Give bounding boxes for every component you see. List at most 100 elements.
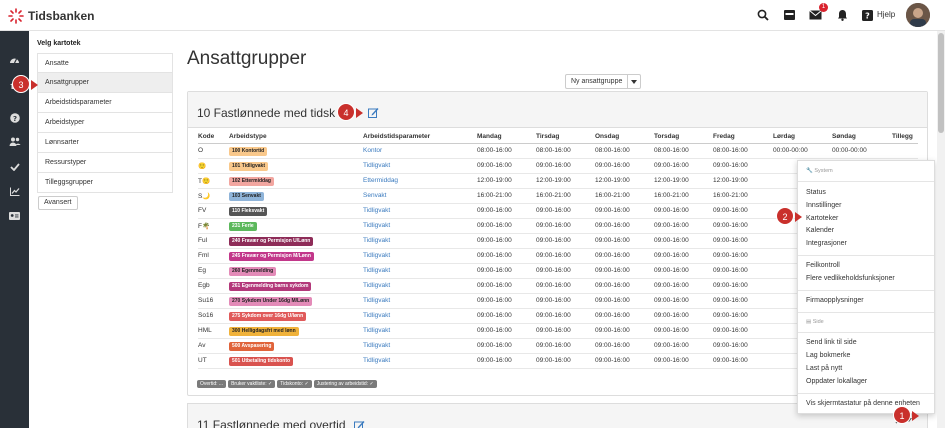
chart-icon[interactable] bbox=[8, 185, 21, 198]
time-cell: 08:00-16:00 bbox=[654, 147, 689, 154]
time-cell: 09:00-16:00 bbox=[713, 327, 748, 334]
menu-item-send-link[interactable]: Send link til side bbox=[806, 339, 857, 346]
new-group-button[interactable]: Ny ansattgruppe bbox=[565, 74, 642, 89]
worktype-tag: 500 Avspasering bbox=[229, 342, 275, 351]
table-header-row: Kode Arbeidstype Arbeidstidsparameter Ma… bbox=[198, 130, 918, 144]
time-cell: 08:00-16:00 bbox=[536, 147, 571, 154]
time-cell: 09:00-16:00 bbox=[477, 297, 512, 304]
scrollbar[interactable] bbox=[937, 31, 945, 428]
worktype-tag: 245 Fravær og Permisjon M/Lønn bbox=[229, 252, 314, 261]
param-link[interactable]: Tidligvakt bbox=[363, 282, 390, 289]
time-cell: 09:00-16:00 bbox=[654, 207, 689, 214]
menu-item-error-control[interactable]: Feilkontroll bbox=[806, 262, 840, 269]
edit-icon[interactable] bbox=[368, 107, 379, 120]
menu-item-company-info[interactable]: Firmaopplysninger bbox=[806, 297, 864, 304]
param-link[interactable]: Tidligvakt bbox=[363, 267, 390, 274]
avatar[interactable] bbox=[906, 3, 930, 27]
sidebar-item-ressurstyper[interactable]: Ressurstyper bbox=[37, 153, 173, 173]
param-link[interactable]: Tidligvakt bbox=[363, 207, 390, 214]
param-link[interactable]: Tidligvakt bbox=[363, 312, 390, 319]
worktype-cell: 100 Kontortid bbox=[229, 147, 268, 156]
step-arrow bbox=[31, 80, 38, 90]
inbox-icon[interactable] bbox=[782, 8, 796, 22]
scrollbar-thumb[interactable] bbox=[938, 33, 944, 133]
new-group-label[interactable]: Ny ansattgruppe bbox=[566, 75, 629, 88]
time-cell: 12:00-19:00 bbox=[477, 177, 512, 184]
param-link[interactable]: Tidligvakt bbox=[363, 357, 390, 364]
menu-item-settings[interactable]: Innstillinger bbox=[806, 202, 841, 209]
param-link[interactable]: Tidligvakt bbox=[363, 222, 390, 229]
help-icon[interactable]: ? bbox=[860, 8, 874, 22]
time-cell: 09:00-16:00 bbox=[536, 312, 571, 319]
time-cell: 09:00-16:00 bbox=[477, 207, 512, 214]
menu-item-update-local[interactable]: Oppdater lokallager bbox=[806, 378, 867, 385]
time-cell: 09:00-16:00 bbox=[654, 237, 689, 244]
param-link[interactable]: Tidligvakt bbox=[363, 237, 390, 244]
sidebar-item-tilleggsgrupper[interactable]: Tilleggsgrupper bbox=[37, 173, 173, 193]
menu-item-calendar[interactable]: Kalender bbox=[806, 227, 834, 234]
sidebar-item-ansatte[interactable]: Ansatte bbox=[37, 53, 173, 73]
time-cell: 12:00-19:00 bbox=[713, 177, 748, 184]
code-cell: UT bbox=[198, 357, 207, 364]
time-cell: 09:00-16:00 bbox=[654, 312, 689, 319]
param-link[interactable]: Tidligvakt bbox=[363, 252, 390, 259]
bell-icon[interactable] bbox=[835, 8, 849, 22]
help-circle-icon[interactable]: ? bbox=[8, 111, 21, 124]
menu-item-status[interactable]: Status bbox=[806, 189, 826, 196]
step-marker-3: 3 bbox=[12, 75, 30, 93]
time-cell: 12:00-19:00 bbox=[536, 177, 571, 184]
table-row[interactable]: O 100 Kontortid Kontor 08:00-16:00 08:00-16:… bbox=[198, 144, 918, 159]
menu-item-reload[interactable]: Last på nytt bbox=[806, 365, 842, 372]
param-link[interactable]: Tidligvakt bbox=[363, 297, 390, 304]
worktype-cell: 240 Fravær og Permisjon U/Lønn bbox=[229, 237, 314, 246]
param-link[interactable]: Senvakt bbox=[363, 192, 387, 199]
menu-item-registers[interactable]: Kartoteker bbox=[806, 215, 838, 222]
worktype-cell: 103 Senvakt bbox=[229, 192, 264, 201]
worktype-tag: 275 Sykdom over 16dg U/lønn bbox=[229, 312, 307, 321]
code-cell: Su16 bbox=[198, 297, 214, 304]
tools-menu: 🔧 System Status Innstillinger Kartoteker… bbox=[797, 160, 935, 414]
property-tag: Justering av arbeidstid: ✓ bbox=[313, 380, 377, 388]
column-header: Søndag bbox=[832, 133, 856, 140]
param-link[interactable]: Ettermiddag bbox=[363, 177, 398, 184]
time-cell: 09:00-16:00 bbox=[595, 267, 630, 274]
time-cell: 16:00-21:00 bbox=[477, 192, 512, 199]
search-icon[interactable] bbox=[756, 8, 770, 22]
param-link[interactable]: Kontor bbox=[363, 147, 382, 154]
logo[interactable]: Tidsbanken bbox=[8, 8, 94, 24]
menu-item-maintenance[interactable]: Flere vedlikeholdsfunksjoner bbox=[806, 275, 895, 282]
param-link[interactable]: Tidligvakt bbox=[363, 327, 390, 334]
menu-item-integrations[interactable]: Integrasjoner bbox=[806, 240, 847, 247]
step-arrow bbox=[795, 212, 802, 222]
param-link[interactable]: Tidligvakt bbox=[363, 162, 390, 169]
dashboard-icon[interactable] bbox=[8, 53, 21, 66]
column-header: Tillegg bbox=[892, 133, 913, 140]
time-cell: 09:00-16:00 bbox=[536, 162, 571, 169]
users-icon[interactable] bbox=[8, 135, 21, 148]
sidebar-item-label: Ansatte bbox=[45, 60, 69, 67]
sidebar-item-ansattgrupper[interactable]: Ansattgrupper bbox=[37, 73, 173, 93]
menu-item-bookmark[interactable]: Lag bokmerke bbox=[806, 352, 850, 359]
id-card-icon[interactable] bbox=[8, 209, 21, 222]
sidebar-item-label: Arbeidstyper bbox=[45, 119, 85, 126]
param-link[interactable]: Tidligvakt bbox=[363, 342, 390, 349]
column-header: Fredag bbox=[713, 133, 735, 140]
caret-down-icon[interactable] bbox=[628, 75, 640, 88]
time-cell: 09:00-16:00 bbox=[595, 162, 630, 169]
time-cell: 09:00-16:00 bbox=[477, 222, 512, 229]
code-cell: Av bbox=[198, 342, 206, 349]
top-bar: Tidsbanken 1 ? Hjelp bbox=[0, 0, 945, 31]
advanced-button[interactable]: Avansert bbox=[38, 196, 78, 210]
sidebar-item-arbeidstidsparameter[interactable]: Arbeidstidsparameter bbox=[37, 93, 173, 113]
check-icon[interactable] bbox=[8, 160, 21, 173]
help-label[interactable]: Hjelp bbox=[877, 10, 895, 19]
edit-icon[interactable] bbox=[354, 420, 365, 428]
sidebar-item-arbeidstyper[interactable]: Arbeidstyper bbox=[37, 113, 173, 133]
worktype-cell: 501 Utbetaling tidskonto bbox=[229, 357, 294, 366]
worktype-tag: 260 Egenmelding bbox=[229, 267, 277, 276]
sidebar-item-lonnsarter[interactable]: Lønnsarter bbox=[37, 133, 173, 153]
group-properties: Overtid: ... Bruker vaktliste: ✓ Tidskon… bbox=[197, 380, 377, 388]
time-cell: 09:00-16:00 bbox=[654, 267, 689, 274]
time-cell: 09:00-16:00 bbox=[595, 237, 630, 244]
column-header: Tirsdag bbox=[536, 133, 560, 140]
